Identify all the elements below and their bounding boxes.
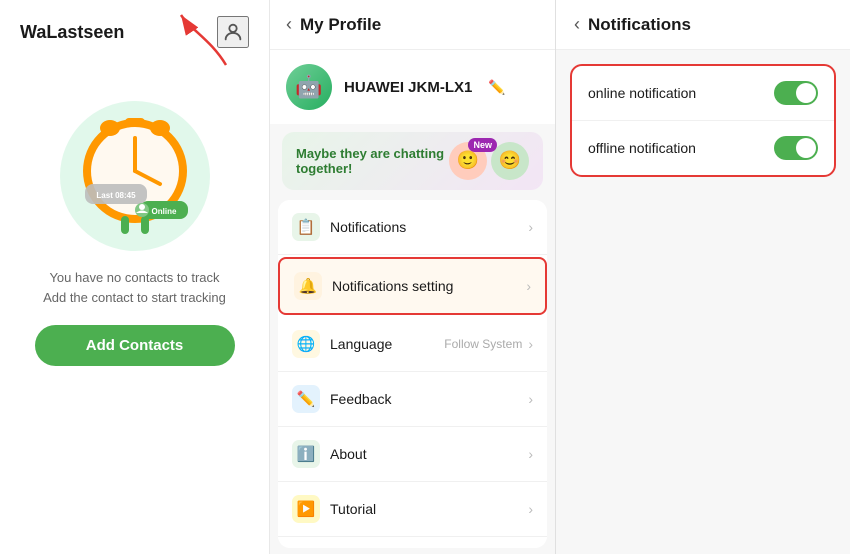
tutorial-icon: ▶️	[292, 495, 320, 523]
menu-item-about[interactable]: ℹ️ About ›	[278, 427, 547, 482]
menu-label-about: About	[330, 446, 528, 462]
right-panel: ‹ Notifications online notification offl…	[556, 0, 850, 554]
left-panel: WaLastseen	[0, 0, 270, 554]
promo-banner: Maybe they are chatting together! New 🙂 …	[282, 132, 543, 190]
left-header: WaLastseen	[20, 16, 249, 48]
profile-name: HUAWEI JKM-LX1	[344, 79, 472, 96]
middle-header: ‹ My Profile	[270, 0, 555, 50]
notif-item-offline: offline notification	[572, 121, 834, 175]
menu-label-feedback: Feedback	[330, 391, 528, 407]
online-notification-label: online notification	[588, 85, 774, 101]
offline-notification-toggle[interactable]	[774, 136, 818, 160]
online-notification-toggle[interactable]	[774, 81, 818, 105]
person-icon	[222, 21, 244, 43]
menu-section: 📋 Notifications › 🔔 Notifications settin…	[278, 200, 547, 548]
avatar: 🤖	[286, 64, 332, 110]
chevron-icon: ›	[528, 219, 533, 235]
menu-item-notifications[interactable]: 📋 Notifications ›	[278, 200, 547, 255]
promo-text: Maybe they are chatting together!	[296, 146, 449, 176]
svg-text:Online: Online	[151, 207, 176, 216]
chevron-icon-2: ›	[526, 278, 531, 294]
middle-panel: ‹ My Profile 🤖 HUAWEI JKM-LX1 ✏️ Maybe t…	[270, 0, 556, 554]
notifications-box: online notification offline notification	[570, 64, 836, 177]
offline-notification-label: offline notification	[588, 140, 774, 156]
notifications-setting-icon: 🔔	[294, 272, 322, 300]
svg-text:Last 08:45: Last 08:45	[96, 191, 136, 200]
notif-item-online: online notification	[572, 66, 834, 121]
promo-badge: New	[468, 138, 497, 152]
language-sub: Follow System	[444, 337, 522, 351]
app-title: WaLastseen	[20, 22, 124, 43]
menu-label-language: Language	[330, 336, 444, 352]
menu-item-tutorial[interactable]: ▶️ Tutorial ›	[278, 482, 547, 537]
about-icon: ℹ️	[292, 440, 320, 468]
menu-item-learn-more[interactable]: 🌀 Learn More ›	[278, 537, 547, 548]
middle-title: My Profile	[300, 15, 381, 35]
chevron-icon-4: ›	[528, 391, 533, 407]
chevron-icon-6: ›	[528, 501, 533, 517]
profile-section: 🤖 HUAWEI JKM-LX1 ✏️	[270, 50, 555, 124]
back-button[interactable]: ‹	[286, 14, 292, 35]
right-back-button[interactable]: ‹	[574, 14, 580, 35]
menu-label-notifications-setting: Notifications setting	[332, 278, 526, 294]
promo-label: Maybe they are chatting together!	[296, 146, 449, 176]
add-contacts-button[interactable]: Add Contacts	[35, 325, 235, 366]
menu-label-notifications: Notifications	[330, 219, 528, 235]
menu-item-notifications-setting[interactable]: 🔔 Notifications setting ›	[278, 257, 547, 315]
edit-icon[interactable]: ✏️	[488, 79, 505, 96]
menu-item-feedback[interactable]: ✏️ Feedback ›	[278, 372, 547, 427]
chevron-icon-5: ›	[528, 446, 533, 462]
chevron-icon-3: ›	[528, 336, 533, 352]
clock-illustration: Last 08:45 Online	[45, 76, 225, 256]
menu-item-language[interactable]: 🌐 Language Follow System ›	[278, 317, 547, 372]
language-icon: 🌐	[292, 330, 320, 358]
clock-svg: Last 08:45 Online	[45, 76, 225, 256]
right-title: Notifications	[588, 15, 691, 35]
right-header: ‹ Notifications	[556, 0, 850, 50]
profile-icon-button[interactable]	[217, 16, 249, 48]
notifications-icon: 📋	[292, 213, 320, 241]
feedback-icon: ✏️	[292, 385, 320, 413]
menu-label-tutorial: Tutorial	[330, 501, 528, 517]
no-contacts-text: You have no contacts to track Add the co…	[43, 268, 226, 307]
